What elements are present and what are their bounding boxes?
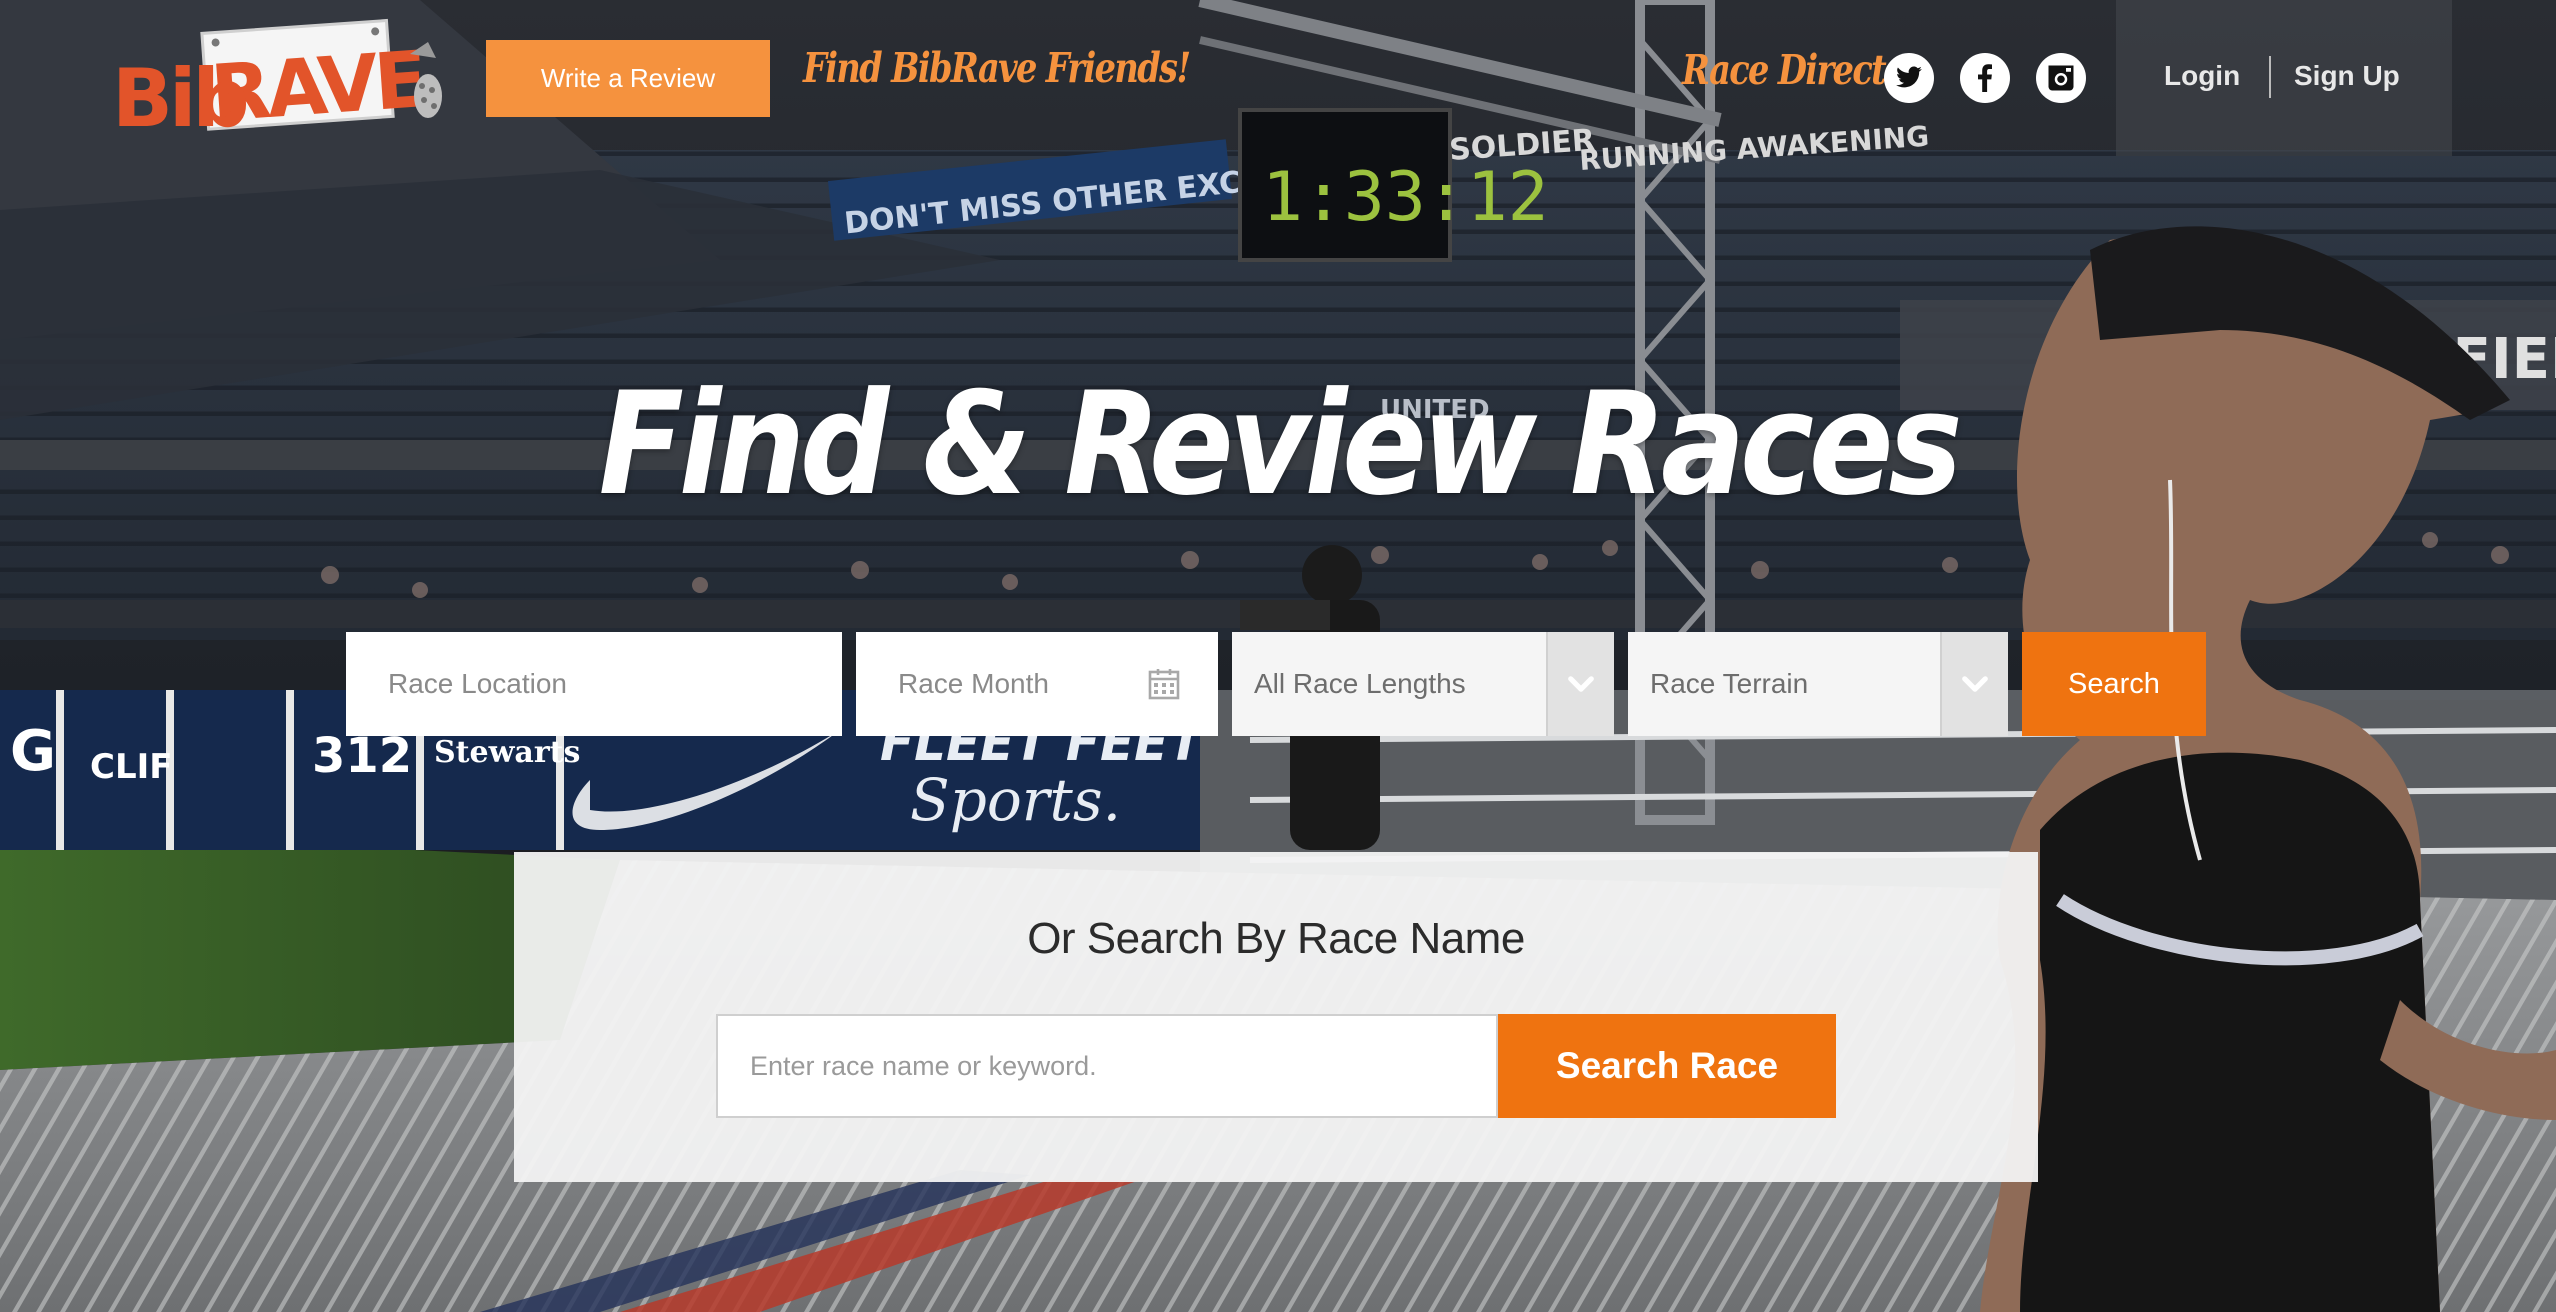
race-month-placeholder: Race Month — [898, 668, 1049, 699]
board-clif: CLIF — [90, 747, 173, 787]
chevron-down-icon — [1962, 676, 1988, 692]
race-location-input[interactable]: Race Location — [346, 632, 842, 736]
scoreboard-time: 1:33:12 — [1262, 158, 1549, 237]
board-312: 312 — [312, 728, 412, 784]
signup-link[interactable]: Sign Up — [2294, 60, 2400, 92]
race-month-input[interactable]: Race Month — [856, 632, 1218, 736]
chevron-down-icon — [1568, 676, 1594, 692]
logo-bib-text: Bib — [112, 52, 246, 144]
twitter-link[interactable] — [1884, 53, 1934, 103]
search-by-name-title: Or Search By Race Name — [1027, 914, 1525, 963]
race-name-input[interactable]: Enter race name or keyword. — [716, 1014, 1498, 1118]
search-by-name-card: Or Search By Race Name Enter race name o… — [514, 852, 2038, 1182]
hero-title: Find & Review Races — [598, 362, 1963, 527]
instagram-link[interactable] — [2036, 53, 2086, 103]
search-race-button[interactable]: Search Race — [1498, 1014, 1836, 1118]
board-stewarts: Stewarts — [434, 735, 580, 770]
race-lengths-value: All Race Lengths — [1254, 668, 1466, 699]
facebook-icon — [1978, 64, 1992, 92]
calendar-icon[interactable] — [1148, 668, 1180, 700]
twitter-icon — [1896, 66, 1922, 88]
race-terrain-dropdown-toggle[interactable] — [1940, 632, 2008, 736]
instagram-icon — [2048, 65, 2074, 91]
race-terrain-select[interactable]: Race Terrain — [1628, 632, 2008, 736]
search-button[interactable]: Search — [2022, 632, 2206, 736]
race-lengths-select[interactable]: All Race Lengths — [1232, 632, 1614, 736]
bibrave-logo[interactable]: RAVE Bib — [110, 14, 450, 145]
login-link[interactable]: Login — [2164, 60, 2240, 92]
board-gatorade: G — [10, 719, 56, 784]
facebook-link[interactable] — [1960, 53, 2010, 103]
write-review-button[interactable]: Write a Review — [486, 40, 770, 117]
account-divider — [2269, 56, 2271, 98]
find-friends-link[interactable]: Find BibRave Friends! — [803, 44, 1191, 92]
board-sports: Sports. — [910, 766, 1121, 834]
race-name-placeholder: Enter race name or keyword. — [750, 1050, 1097, 1081]
race-terrain-value: Race Terrain — [1650, 668, 1809, 699]
race-location-placeholder: Race Location — [388, 668, 568, 699]
race-lengths-dropdown-toggle[interactable] — [1546, 632, 1614, 736]
